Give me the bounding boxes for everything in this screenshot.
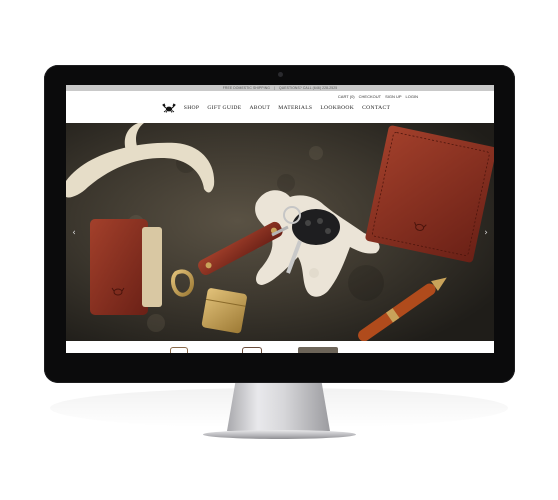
checkout-link[interactable]: CHECKOUT <box>359 94 381 101</box>
product-thumb[interactable] <box>242 347 262 353</box>
camera-icon <box>278 72 283 77</box>
crab-logo-icon[interactable] <box>161 103 176 113</box>
product-thumb[interactable] <box>170 347 188 353</box>
hero-photo <box>66 123 494 341</box>
main-nav: SHOP GIFT GUIDE ABOUT MATERIALS LOOKBOOK… <box>66 101 494 115</box>
carousel-prev-button[interactable]: ‹ <box>70 227 78 239</box>
monitor-stand <box>227 383 330 431</box>
product-strip <box>66 341 494 353</box>
nav-materials[interactable]: MATERIALS <box>278 105 312 111</box>
login-link[interactable]: LOGIN <box>406 94 418 101</box>
chevron-left-icon: ‹ <box>72 228 76 238</box>
shipping-text: FREE DOMESTIC SHIPPING <box>222 86 270 90</box>
hero-image: ‹ › <box>66 123 494 341</box>
nav-contact[interactable]: CONTACT <box>362 105 390 111</box>
questions-text: QUESTIONS? CALL (646) 228-2525 <box>278 86 338 90</box>
product-thumb[interactable] <box>298 347 338 353</box>
nav-shop[interactable]: SHOP <box>184 105 200 111</box>
nav-about[interactable]: ABOUT <box>249 105 270 111</box>
chevron-right-icon: › <box>484 228 488 238</box>
cart-link[interactable]: CART (0) <box>338 94 355 101</box>
carousel-next-button[interactable]: › <box>482 227 490 239</box>
nav-gift-guide[interactable]: GIFT GUIDE <box>207 105 241 111</box>
utility-links: CART (0) CHECKOUT SIGN UP LOGIN <box>66 91 494 101</box>
promo-separator: | <box>273 86 275 90</box>
monitor-stand-base <box>203 430 356 439</box>
signup-link[interactable]: SIGN UP <box>385 94 401 101</box>
nav-lookbook[interactable]: LOOKBOOK <box>320 105 354 111</box>
website-screen: FREE DOMESTIC SHIPPING | QUESTIONS? CALL… <box>66 85 494 353</box>
